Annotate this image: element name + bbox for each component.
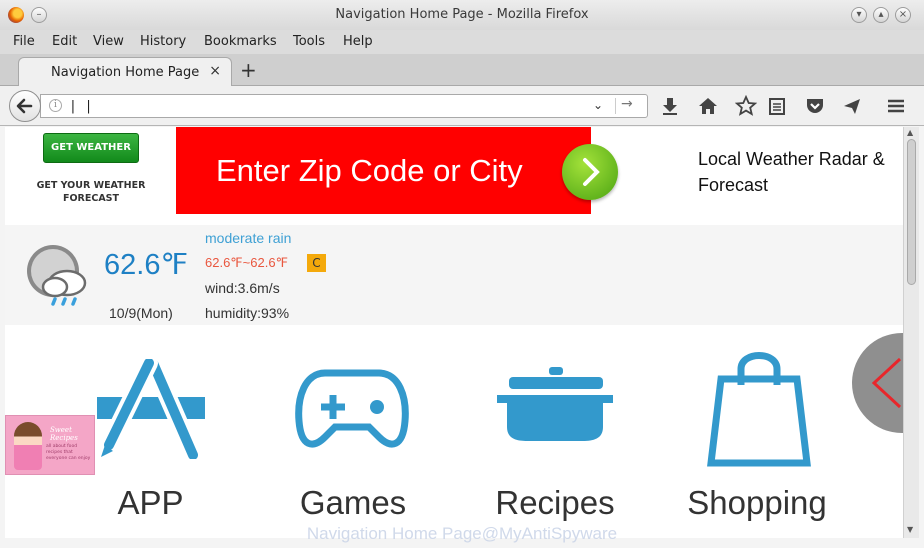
minimize-button[interactable]: ▾ [851,7,867,23]
send-icon[interactable] [841,95,863,117]
weather-forecast-caption: GET YOUR WEATHER FORECAST [36,180,146,204]
banner-text: Enter Zip Code or City [216,153,523,188]
close-button[interactable]: × [895,7,911,23]
weather-radar-line2: Forecast [698,175,769,195]
navigation-toolbar: i ⌄ → [0,86,924,126]
url-bar[interactable]: i ⌄ → [40,94,648,118]
menu-bookmarks[interactable]: Bookmarks [204,34,277,49]
cooking-pot-icon[interactable] [497,365,613,443]
shopping-bag-icon[interactable] [705,345,813,467]
zip-code-banner[interactable]: Enter Zip Code or City [176,127,618,214]
menu-help[interactable]: Help [343,34,373,49]
home-icon[interactable] [697,95,719,117]
celsius-toggle[interactable]: C [307,254,326,272]
weather-date: 10/9(Mon) [109,305,173,321]
menu-file[interactable]: File [13,34,35,49]
tile-app-label[interactable]: APP [83,484,218,522]
new-tab-button[interactable]: + [240,58,257,82]
temperature-range: 62.6℉~62.6℉ [205,255,288,270]
watermark: Navigation Home Page@MyAntiSpyware [306,524,618,543]
url-input[interactable] [69,97,589,115]
ad-text: all about food recipes that everyone can… [46,444,91,461]
window-title: Navigation Home Page - Mozilla Firefox [335,7,589,22]
pocket-icon[interactable] [804,95,826,117]
chevron-left-icon [871,357,902,409]
menu-tools[interactable]: Tools [293,34,325,49]
site-info-icon[interactable]: i [49,99,62,112]
go-arrow-icon[interactable]: → [621,96,633,112]
download-icon[interactable] [659,95,681,117]
back-button[interactable] [9,90,41,122]
url-history-dropdown-icon[interactable]: ⌄ [593,98,603,112]
reading-list-icon[interactable] [766,95,788,117]
menu-edit[interactable]: Edit [52,34,77,49]
weather-radar-link[interactable]: Local Weather Radar & Forecast [698,146,885,198]
side-panel-toggle[interactable] [852,333,903,433]
page-content: GET WEATHER GET YOUR WEATHER FORECAST En… [5,127,903,538]
humidity: humidity:93% [205,305,290,321]
tab-title: Navigation Home Page [51,65,200,80]
tab-close-icon[interactable]: × [209,63,221,79]
weather-condition[interactable]: moderate rain [205,230,291,246]
banner-go-button[interactable] [562,144,618,200]
title-bar: – Navigation Home Page - Mozilla Firefox… [0,0,924,30]
scrollbar-thumb[interactable] [907,139,916,285]
bookmark-star-icon[interactable] [735,95,757,117]
cartoon-chef-image [14,422,42,470]
vertical-scrollbar[interactable]: ▲ ▼ [903,127,919,538]
wind-speed: wind:3.6m/s [205,280,280,296]
menu-icon[interactable] [885,95,907,117]
tab-navigation-home[interactable]: Navigation Home Page × [18,57,232,87]
current-temperature: 62.6℉ [104,249,189,281]
recipe-ad-thumbnail[interactable]: Sweet Recipes all about food recipes tha… [5,415,95,475]
tile-games-label[interactable]: Games [285,484,421,522]
tile-shopping-label[interactable]: Shopping [677,484,837,522]
menu-bar: File Edit View History Bookmarks Tools H… [0,30,924,54]
maximize-button[interactable]: ▴ [873,7,889,23]
back-arrow-icon [16,98,33,114]
ad-title: Sweet Recipes [50,426,78,442]
scroll-up-icon[interactable]: ▲ [907,128,913,137]
get-weather-button[interactable]: GET WEATHER [43,133,139,163]
menu-history[interactable]: History [140,34,186,49]
url-separator [615,98,616,114]
tab-strip: Navigation Home Page × + [0,54,924,87]
night-rain-cloud-icon [27,245,87,306]
chevron-right-icon [583,158,600,186]
tile-recipes-label[interactable]: Recipes [485,484,625,522]
weather-widget: 62.6℉ 10/9(Mon) moderate rain 62.6℉~62.6… [5,225,903,325]
menu-view[interactable]: View [93,34,124,49]
gamepad-icon[interactable] [295,367,409,451]
weather-radar-line1: Local Weather Radar & [698,149,885,169]
app-store-icon[interactable] [97,359,205,459]
